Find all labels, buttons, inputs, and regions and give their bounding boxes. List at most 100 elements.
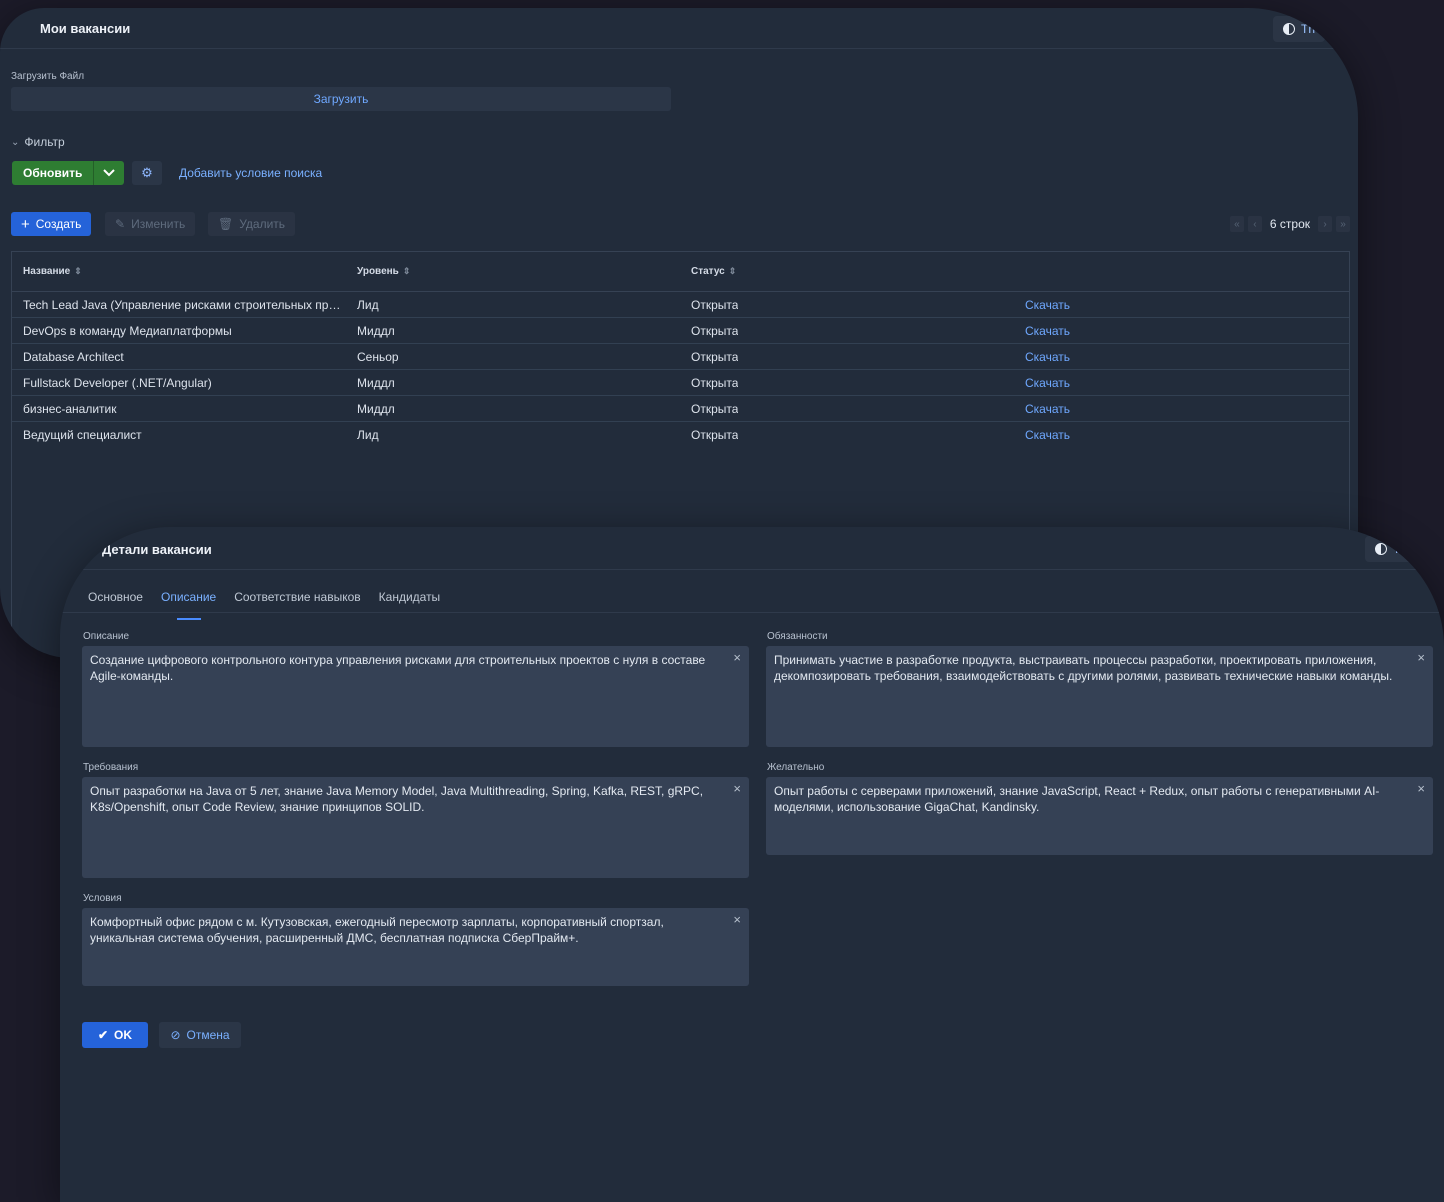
cell-name: Database Architect <box>23 350 124 364</box>
description-value: Создание цифрового контрольного контура … <box>90 653 706 683</box>
details-window: Детали вакансии Th Основное Описание Соо… <box>60 527 1444 1202</box>
conditions-field[interactable]: Комфортный офис рядом с м. Кутузовская, … <box>82 908 749 986</box>
theme-label: Th <box>1301 22 1316 36</box>
clear-icon[interactable]: × <box>733 912 741 928</box>
tab-skills-match[interactable]: Соответствие навыков <box>234 590 360 612</box>
sort-icon: ⇕ <box>728 266 737 276</box>
download-link[interactable]: Скачать <box>1025 402 1070 416</box>
table-row[interactable]: бизнес-аналитик Миддл Открыта Скачать <box>12 396 1349 422</box>
theme-toggle-button[interactable]: Th <box>1365 536 1418 562</box>
cell-name: Tech Lead Java (Управление рисками строи… <box>23 298 343 312</box>
cell-level: Лид <box>357 428 379 442</box>
delete-label: Удалить <box>239 217 286 231</box>
clear-icon[interactable]: × <box>733 781 741 797</box>
cell-status: Открыта <box>691 428 739 442</box>
vacancies-title: Мои вакансии <box>40 21 131 36</box>
sort-icon: ⇕ <box>402 266 411 276</box>
tabs-divider <box>60 612 1444 613</box>
cell-status: Открыта <box>691 376 739 390</box>
edit-label: Изменить <box>131 217 186 231</box>
pagination: « ‹ 6 строк › » <box>1229 216 1350 232</box>
clear-icon[interactable]: × <box>733 650 741 666</box>
table-row[interactable]: Fullstack Developer (.NET/Angular) Миддл… <box>12 370 1349 396</box>
duties-label: Обязанности <box>767 631 828 642</box>
cancel-button[interactable]: ⊘ Отмена <box>159 1022 241 1048</box>
check-icon: ✔ <box>97 1028 109 1042</box>
prev-page-icon[interactable]: ‹ <box>1247 216 1262 232</box>
edit-button[interactable]: ✎ Изменить <box>105 212 196 236</box>
cell-level: Лид <box>357 298 379 312</box>
download-link[interactable]: Скачать <box>1025 298 1070 312</box>
description-label: Описание <box>83 631 130 642</box>
table-row[interactable]: Tech Lead Java (Управление рисками строи… <box>12 292 1349 318</box>
refresh-button[interactable]: Обновить <box>12 161 94 185</box>
download-link[interactable]: Скачать <box>1025 350 1070 364</box>
requirements-field[interactable]: Опыт разработки на Java от 5 лет, знание… <box>82 777 749 878</box>
delete-button[interactable]: 🗑 Удалить <box>208 212 296 236</box>
cell-level: Миддл <box>357 324 395 338</box>
cell-name: DevOps в команду Медиаплатформы <box>23 324 232 338</box>
last-page-icon[interactable]: » <box>1336 216 1350 232</box>
details-title: Детали вакансии <box>102 542 212 557</box>
table-row[interactable]: Ведущий специалист Лид Открыта Скачать <box>12 422 1349 447</box>
cancel-label: Отмена <box>186 1028 230 1042</box>
cell-name: Ведущий специалист <box>23 428 142 442</box>
download-link[interactable]: Скачать <box>1025 324 1070 338</box>
table-row[interactable]: Database Architect Сеньор Открыта Скачат… <box>12 344 1349 370</box>
first-page-icon[interactable]: « <box>1229 216 1244 232</box>
theme-toggle-button[interactable]: Th <box>1273 16 1326 42</box>
clear-icon[interactable]: × <box>1417 781 1425 797</box>
desirable-value: Опыт работы с серверами приложений, знан… <box>774 784 1380 814</box>
cell-level: Сеньор <box>357 350 399 364</box>
download-link[interactable]: Скачать <box>1025 376 1070 390</box>
description-field[interactable]: Создание цифрового контрольного контура … <box>82 646 749 747</box>
cell-status: Открыта <box>691 298 739 312</box>
column-header-level[interactable]: Уровень ⇕ <box>357 266 410 277</box>
cell-name: бизнес-аналитик <box>23 402 117 416</box>
cell-level: Миддл <box>357 402 395 416</box>
conditions-value: Комфортный офис рядом с м. Кутузовская, … <box>90 915 664 945</box>
ok-label: OK <box>114 1028 133 1042</box>
plus-icon: + <box>21 215 30 233</box>
column-header-status[interactable]: Статус ⇕ <box>691 266 736 277</box>
theme-icon <box>1375 543 1387 555</box>
next-page-icon[interactable]: › <box>1318 216 1332 232</box>
cell-status: Открыта <box>691 402 739 416</box>
upload-label: Загрузить Файл <box>11 71 85 82</box>
cell-name: Fullstack Developer (.NET/Angular) <box>23 376 212 390</box>
trash-icon: 🗑 <box>218 217 234 231</box>
refresh-dropdown-button[interactable] <box>93 161 125 185</box>
theme-icon <box>1283 23 1295 35</box>
desirable-field[interactable]: Опыт работы с серверами приложений, знан… <box>766 777 1433 855</box>
tab-candidates[interactable]: Кандидаты <box>379 590 441 612</box>
table-row[interactable]: DevOps в команду Медиаплатформы Миддл От… <box>12 318 1349 344</box>
requirements-label: Требования <box>83 762 139 773</box>
chevron-down-icon <box>103 169 116 177</box>
filter-label: Фильтр <box>24 135 65 149</box>
upload-button[interactable]: Загрузить <box>11 87 671 111</box>
create-label: Создать <box>35 217 82 231</box>
conditions-label: Условия <box>83 893 122 904</box>
theme-label: Th <box>1393 542 1408 556</box>
cell-status: Открыта <box>691 350 739 364</box>
pencil-icon: ✎ <box>115 217 126 231</box>
filter-toggle[interactable]: ⌄ Фильтр <box>11 135 65 149</box>
tab-description[interactable]: Описание <box>161 590 216 620</box>
desirable-label: Желательно <box>767 762 825 773</box>
sort-icon: ⇕ <box>74 266 82 276</box>
ban-icon: ⊘ <box>170 1028 181 1042</box>
vacancies-titlebar: Мои вакансии Th <box>0 8 1358 49</box>
add-search-condition-link[interactable]: Добавить условие поиска <box>179 166 322 180</box>
settings-button[interactable]: ⚙ <box>132 161 162 185</box>
table-header: Название ⇕ Уровень ⇕ Статус ⇕ <box>12 252 1349 292</box>
requirements-value: Опыт разработки на Java от 5 лет, знание… <box>90 784 704 814</box>
column-header-name[interactable]: Название ⇕ <box>23 266 82 277</box>
create-button[interactable]: + Создать <box>11 212 92 236</box>
duties-field[interactable]: Принимать участие в разработке продукта,… <box>766 646 1433 747</box>
clear-icon[interactable]: × <box>1417 650 1425 666</box>
details-tabs: Основное Описание Соответствие навыков К… <box>88 590 441 620</box>
ok-button[interactable]: ✔ OK <box>82 1022 148 1048</box>
gear-icon: ⚙ <box>141 165 153 180</box>
tab-main[interactable]: Основное <box>88 590 143 612</box>
download-link[interactable]: Скачать <box>1025 428 1070 442</box>
